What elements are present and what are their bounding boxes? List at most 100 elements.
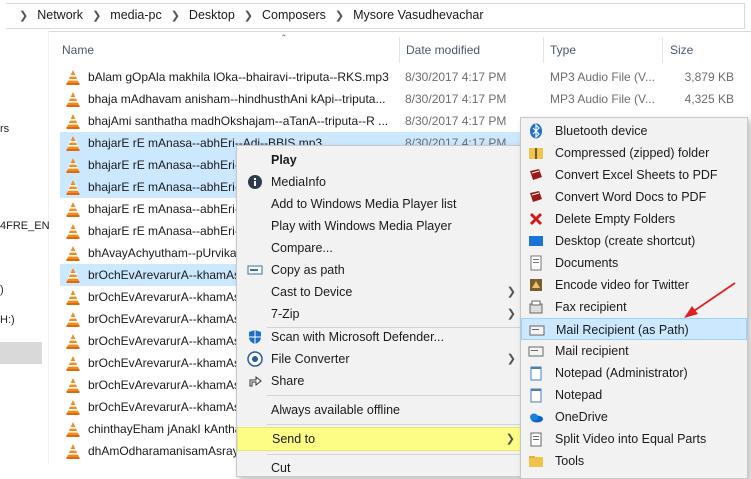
table-row[interactable]: bhaja mAdhavam anisham--hindhusthAni kAp… <box>60 88 746 110</box>
breadcrumb: ❯ Network ❯ media-pc ❯ Desktop ❯ Compose… <box>10 8 484 22</box>
encoder-icon <box>530 279 542 291</box>
nav-item-selected[interactable] <box>0 342 42 364</box>
share-icon <box>249 375 262 387</box>
menu-item-file-converter[interactable]: File Converter ❯ <box>237 348 524 370</box>
column-header-date[interactable]: Date modified <box>406 43 480 57</box>
menu-separator <box>267 424 522 425</box>
sendto-word-to-pdf[interactable]: Convert Word Docs to PDF <box>521 186 747 208</box>
menu-label: Share <box>271 374 305 388</box>
sendto-fax-recipient[interactable]: Fax recipient <box>521 296 747 318</box>
menu-item-mediainfo[interactable]: MediaInfo <box>237 171 524 193</box>
desktop-icon <box>529 236 543 246</box>
sendto-label: OneDrive <box>555 410 608 424</box>
breadcrumb-chevron-icon[interactable]: ❯ <box>19 9 28 22</box>
script-icon <box>530 191 542 202</box>
menu-item-share[interactable]: Share <box>237 370 524 392</box>
sendto-documents[interactable]: Documents <box>521 252 747 274</box>
column-divider[interactable] <box>662 37 663 63</box>
sendto-label: Notepad (Administrator) <box>555 366 688 380</box>
sendto-compressed-folder[interactable]: Compressed (zipped) folder <box>521 142 747 164</box>
sendto-encode-twitter[interactable]: Encode video for Twitter <box>521 274 747 296</box>
file-name: brOchEvArevarurA--khamAs <box>88 400 241 414</box>
sendto-label: Compressed (zipped) folder <box>555 146 710 160</box>
breadcrumb-chevron-icon[interactable]: ❯ <box>244 9 253 22</box>
vlc-file-icon <box>66 179 80 195</box>
notepad-icon <box>530 388 542 403</box>
file-name: bhaja mAdhavam anisham--hindhusthAni kAp… <box>88 92 386 106</box>
file-name: bhajarE rE mAnasa--abhEri-- <box>88 158 243 172</box>
menu-label: Play with Windows Media Player <box>271 219 452 233</box>
menu-separator <box>267 395 522 396</box>
vlc-file-icon <box>66 91 80 107</box>
breadcrumb-desktop[interactable]: Desktop <box>189 8 235 22</box>
file-name: dhAmOdharamanisamAsrayI <box>88 444 243 458</box>
sendto-label: Encode video for Twitter <box>555 278 689 292</box>
address-bar[interactable]: ❯ Network ❯ media-pc ❯ Desktop ❯ Compose… <box>0 0 751 32</box>
sendto-mail-recipient-as-path[interactable]: Mail Recipient (as Path) <box>521 318 747 340</box>
breadcrumb-composers[interactable]: Composers <box>262 8 326 22</box>
breadcrumb-chevron-icon[interactable]: ❯ <box>92 9 101 22</box>
menu-item-play-with-wmp[interactable]: Play with Windows Media Player <box>237 215 524 237</box>
sendto-label: Split Video into Equal Parts <box>555 432 707 446</box>
sendto-split-video[interactable]: Split Video into Equal Parts <box>521 428 747 450</box>
menu-item-send-to[interactable]: Send to ❯ <box>237 427 524 451</box>
menu-item-scan-defender[interactable]: Scan with Microsoft Defender... <box>237 326 524 348</box>
sendto-notepad-admin[interactable]: Notepad (Administrator) <box>521 362 747 384</box>
sendto-label: Delete Empty Folders <box>555 212 676 226</box>
menu-item-copy-as-path[interactable]: Copy as path <box>237 259 524 281</box>
column-header-type[interactable]: Type <box>550 43 576 57</box>
vlc-file-icon <box>66 333 80 349</box>
menu-item-add-to-wmp-list[interactable]: Add to Windows Media Player list <box>237 193 524 215</box>
breadcrumb-current-folder[interactable]: Mysore Vasudhevachar <box>353 8 483 22</box>
column-divider[interactable] <box>543 37 544 63</box>
vlc-file-icon <box>66 245 80 261</box>
sendto-label: Convert Excel Sheets to PDF <box>555 168 718 182</box>
file-name: bhajAmi santhatha madhOkshajam--aTanA--t… <box>88 114 389 128</box>
file-date: 8/30/2017 4:17 PM <box>405 70 507 84</box>
table-row[interactable]: bAlam gOpAla makhila lOka--bhairavi--tri… <box>60 66 746 88</box>
nav-item[interactable]: rs <box>0 123 9 135</box>
mail-icon <box>528 346 544 357</box>
breadcrumb-network[interactable]: Network <box>37 8 83 22</box>
sendto-tools[interactable]: Tools <box>521 450 747 472</box>
sendto-bluetooth[interactable]: Bluetooth device <box>521 120 747 142</box>
file-converter-icon <box>247 351 263 367</box>
sendto-delete-empty-folders[interactable]: Delete Empty Folders <box>521 208 747 230</box>
nav-item[interactable]: 4FRE_EN <box>0 220 50 232</box>
submenu-chevron-icon: ❯ <box>506 286 516 298</box>
sendto-excel-to-pdf[interactable]: Convert Excel Sheets to PDF <box>521 164 747 186</box>
nav-item[interactable]: H:) <box>0 314 15 326</box>
sendto-label: Mail recipient <box>555 344 629 358</box>
sendto-mail-recipient[interactable]: Mail recipient <box>521 340 747 362</box>
menu-item-7zip[interactable]: 7-Zip ❯ <box>237 303 524 325</box>
zip-folder-icon <box>529 148 543 159</box>
menu-item-cast-to-device[interactable]: Cast to Device ❯ <box>237 281 524 303</box>
column-divider[interactable] <box>399 37 400 63</box>
sendto-notepad[interactable]: Notepad <box>521 384 747 406</box>
menu-item-play[interactable]: Play <box>237 149 524 171</box>
breadcrumb-chevron-icon[interactable]: ❯ <box>171 9 180 22</box>
breadcrumb-media-pc[interactable]: media-pc <box>110 8 161 22</box>
menu-label: Scan with Microsoft Defender... <box>271 330 444 344</box>
sendto-onedrive[interactable]: OneDrive <box>521 406 747 428</box>
mail-icon <box>529 325 545 336</box>
vlc-file-icon <box>66 201 80 217</box>
submenu-chevron-icon: ❯ <box>506 353 516 365</box>
notepad-icon <box>530 366 542 381</box>
bluetooth-icon <box>530 123 542 139</box>
file-name: bhajarE rE mAnasa--abhEri-- <box>88 180 243 194</box>
file-name: brOchEvArevarurA--khamAs <box>88 378 241 392</box>
menu-item-cut[interactable]: Cut <box>237 457 524 479</box>
file-name: chinthayEham jAnakI kAntha <box>88 422 242 436</box>
column-header-size[interactable]: Size <box>670 43 693 57</box>
vlc-file-icon <box>66 289 80 305</box>
menu-item-always-offline[interactable]: Always available offline <box>237 399 524 421</box>
breadcrumb-chevron-icon[interactable]: ❯ <box>335 9 344 22</box>
sendto-desktop-shortcut[interactable]: Desktop (create shortcut) <box>521 230 747 252</box>
column-header-name[interactable]: Name <box>62 43 94 57</box>
menu-separator <box>267 454 522 455</box>
menu-item-compare[interactable]: Compare... <box>237 237 524 259</box>
file-name: bAlam gOpAla makhila lOka--bhairavi--tri… <box>88 70 389 84</box>
nav-item[interactable]: ) <box>0 284 4 296</box>
onedrive-cloud-icon <box>530 413 543 423</box>
